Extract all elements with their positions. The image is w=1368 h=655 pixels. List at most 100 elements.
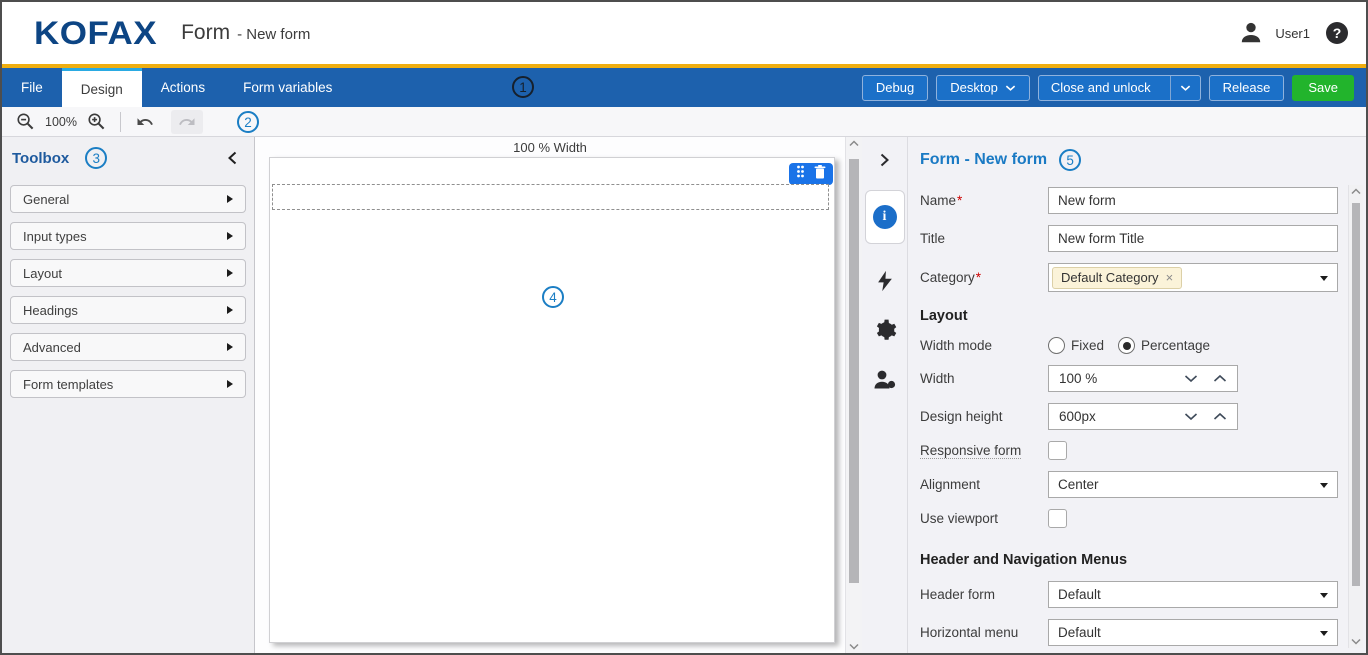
name-field[interactable]	[1048, 187, 1338, 214]
properties-title: Form - New form	[920, 151, 1047, 169]
tab-events[interactable]	[874, 268, 896, 294]
toolbox-item-input-types[interactable]: Input types	[10, 222, 246, 250]
app-header: KOFAX Form - New form User1 ?	[2, 2, 1366, 64]
toolbox-item-headings[interactable]: Headings	[10, 296, 246, 324]
scroll-down-icon[interactable]	[846, 643, 862, 650]
header-form-select[interactable]: Default	[1048, 581, 1338, 608]
radio-fixed-label: Fixed	[1071, 338, 1104, 353]
toolbox-item-layout[interactable]: Layout	[10, 259, 246, 287]
scroll-up-icon[interactable]	[846, 140, 862, 147]
category-label: Category*	[920, 270, 1048, 285]
page-title: Form - New form	[181, 21, 310, 45]
horizontal-menu-select[interactable]: Default	[1048, 619, 1338, 646]
expand-right-icon	[227, 269, 233, 277]
header-form-label: Header form	[920, 587, 1048, 602]
collapse-toolbox-icon[interactable]	[221, 149, 244, 167]
width-mode-percentage-option[interactable]: Percentage	[1118, 337, 1210, 354]
callout-4: 4	[542, 286, 564, 308]
scrollbar-thumb[interactable]	[849, 159, 859, 583]
close-and-unlock-splitbutton: Close and unlock	[1038, 75, 1201, 101]
cell-toolbar-badge	[789, 163, 833, 185]
toolbox-item-label: Headings	[23, 303, 78, 318]
redo-icon[interactable]	[171, 110, 203, 134]
stepper-up-icon[interactable]	[1213, 412, 1227, 421]
expand-right-icon	[227, 195, 233, 203]
dropdown-caret-icon	[1320, 631, 1328, 636]
close-and-unlock-button[interactable]: Close and unlock	[1039, 76, 1163, 100]
horizontal-menu-value: Default	[1058, 625, 1101, 640]
toolbox-item-form-templates[interactable]: Form templates	[10, 370, 246, 398]
design-height-label: Design height	[920, 409, 1048, 424]
zoom-in-icon[interactable]	[85, 110, 108, 133]
alignment-select[interactable]: Center	[1048, 471, 1338, 498]
zoom-out-icon[interactable]	[14, 110, 37, 133]
stepper-down-icon[interactable]	[1184, 412, 1198, 421]
save-button[interactable]: Save	[1292, 75, 1354, 101]
use-viewport-checkbox[interactable]	[1048, 509, 1067, 528]
menubar: File Design Actions Form variables 1 Deb…	[2, 68, 1366, 107]
tab-design[interactable]: Design	[62, 68, 142, 107]
nav-menus-section-heading: Header and Navigation Menus	[920, 552, 1338, 568]
expand-right-icon	[227, 343, 233, 351]
info-icon: i	[873, 205, 897, 229]
app-window: KOFAX Form - New form User1 ? File Desig…	[0, 0, 1368, 655]
stepper-up-icon[interactable]	[1213, 374, 1227, 383]
use-viewport-label: Use viewport	[920, 511, 1048, 526]
category-tag-label: Default Category	[1061, 270, 1159, 285]
callout-1: 1	[512, 76, 534, 98]
radio-fixed[interactable]	[1048, 337, 1065, 354]
device-dropdown-button[interactable]: Desktop	[936, 75, 1030, 101]
toolbox-item-label: Form templates	[23, 377, 113, 392]
title-field[interactable]	[1048, 225, 1338, 252]
title-label: Title	[920, 231, 1048, 246]
radio-percentage[interactable]	[1118, 337, 1135, 354]
scrollbar-thumb[interactable]	[1352, 203, 1360, 586]
expand-right-icon	[227, 232, 233, 240]
alignment-value: Center	[1058, 477, 1099, 492]
scroll-up-icon[interactable]	[1349, 188, 1363, 195]
release-button[interactable]: Release	[1209, 75, 1285, 101]
properties-icon-strip: i	[862, 137, 908, 653]
toolbox-item-label: Input types	[23, 229, 87, 244]
stepper-down-icon[interactable]	[1184, 374, 1198, 383]
page-title-product: Form	[181, 21, 230, 45]
expand-panel-icon[interactable]	[875, 149, 894, 176]
width-value: 100 %	[1059, 371, 1184, 386]
width-mode-fixed-option[interactable]: Fixed	[1048, 337, 1104, 354]
debug-button[interactable]: Debug	[862, 75, 928, 101]
chevron-down-icon	[1005, 80, 1016, 95]
tab-actors[interactable]	[872, 367, 898, 393]
tab-form-variables[interactable]: Form variables	[224, 68, 351, 107]
tab-actions[interactable]: Actions	[142, 68, 224, 107]
undo-icon[interactable]	[133, 111, 157, 133]
design-height-stepper[interactable]: 600px	[1048, 403, 1238, 430]
design-height-value: 600px	[1059, 409, 1184, 424]
user-avatar-icon[interactable]	[1235, 18, 1267, 48]
responsive-form-checkbox[interactable]	[1048, 441, 1067, 460]
properties-panel: i Form - New form 5 Name*	[862, 137, 1366, 653]
help-icon[interactable]: ?	[1326, 22, 1348, 44]
properties-scrollbar	[1348, 185, 1363, 648]
chevron-down-icon	[1180, 80, 1191, 95]
form-canvas[interactable]: 4	[269, 157, 835, 643]
width-label: Width	[920, 371, 1048, 386]
layout-section-heading: Layout	[920, 308, 1338, 324]
tab-general-info[interactable]: i	[865, 190, 905, 244]
tab-settings[interactable]	[872, 318, 897, 343]
drag-handle-icon[interactable]	[796, 165, 805, 183]
width-stepper[interactable]: 100 %	[1048, 365, 1238, 392]
scroll-down-icon[interactable]	[1349, 638, 1363, 645]
toolbox-item-general[interactable]: General	[10, 185, 246, 213]
horizontal-menu-label: Horizontal menu	[920, 625, 1048, 640]
toolbox-item-label: General	[23, 192, 69, 207]
form-drop-row[interactable]	[272, 184, 829, 210]
toolbox-title: Toolbox	[12, 150, 69, 167]
category-combobox[interactable]: Default Category ×	[1048, 263, 1338, 292]
tab-file[interactable]: File	[2, 68, 62, 107]
remove-tag-icon[interactable]: ×	[1166, 270, 1174, 285]
toolbox-item-advanced[interactable]: Advanced	[10, 333, 246, 361]
trash-icon[interactable]	[814, 165, 826, 184]
properties-body: Form - New form 5 Name* Title Category*	[908, 137, 1366, 653]
close-and-unlock-menu-button[interactable]	[1170, 76, 1200, 100]
width-mode-label: Width mode	[920, 338, 1048, 353]
